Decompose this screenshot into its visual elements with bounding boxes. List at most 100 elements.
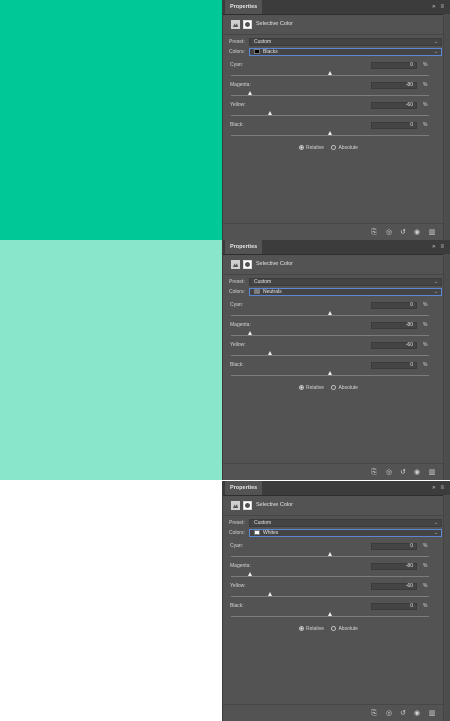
adjustment-header: Selective Color (223, 256, 450, 275)
adjustment-layer-icon[interactable] (231, 501, 240, 510)
cyan-slider-thumb[interactable] (327, 552, 332, 556)
yellow-value-field[interactable]: -60 (371, 583, 417, 590)
tab-properties[interactable]: Properties (225, 0, 263, 14)
view-previous-state-icon[interactable]: ◎ (385, 469, 393, 476)
tab-properties[interactable]: Properties (225, 240, 263, 254)
panel-menu-icon[interactable]: ≡ (440, 0, 444, 14)
magenta-value-field[interactable]: -80 (371, 82, 417, 89)
adjustment-title: Selective Color (256, 261, 293, 267)
magenta-percent: % (423, 82, 428, 88)
clip-to-layer-icon[interactable]: ⎘ (370, 229, 378, 236)
colors-dropdown[interactable]: Whites ⌄ (249, 529, 442, 537)
black-percent: % (423, 122, 428, 128)
black-slider-thumb[interactable] (327, 131, 332, 135)
black-value-field[interactable]: 0 (371, 603, 417, 610)
adjustment-layer-icon[interactable] (231, 260, 240, 269)
yellow-value-field[interactable]: -60 (371, 102, 417, 109)
cyan-value-field[interactable]: 0 (371, 62, 417, 69)
cyan-slider-track[interactable] (231, 556, 429, 557)
black-slider-track[interactable] (231, 375, 429, 376)
trash-icon[interactable]: ▥ (428, 469, 436, 476)
colors-label: Colors: (229, 49, 245, 55)
view-previous-state-icon[interactable]: ◎ (385, 229, 393, 236)
preset-dropdown[interactable]: Custom ⌄ (249, 519, 442, 527)
magenta-slider-thumb[interactable] (248, 91, 253, 95)
black-slider-thumb[interactable] (327, 612, 332, 616)
yellow-value-field[interactable]: -60 (371, 342, 417, 349)
expand-panel-icon[interactable]: » (432, 481, 435, 495)
clip-to-layer-icon[interactable]: ⎘ (370, 710, 378, 717)
yellow-slider-track[interactable] (231, 115, 429, 116)
radio-dot-icon (331, 144, 337, 150)
absolute-radio[interactable]: Absolute (331, 144, 358, 152)
colors-row: Colors: Neutrals ⌄ (229, 288, 444, 296)
cyan-value-field[interactable]: 0 (371, 302, 417, 309)
layer-mask-icon[interactable] (243, 501, 252, 510)
yellow-slider-thumb[interactable] (268, 111, 273, 115)
absolute-radio[interactable]: Absolute (331, 625, 358, 633)
relative-label: Relative (306, 385, 325, 391)
yellow-slider-track[interactable] (231, 596, 429, 597)
reset-icon[interactable]: ↺ (399, 229, 407, 236)
visibility-eye-icon[interactable]: ◉ (413, 469, 421, 476)
magenta-slider-track[interactable] (231, 576, 429, 577)
cyan-slider-thumb[interactable] (327, 71, 332, 75)
preset-dropdown[interactable]: Custom ⌄ (249, 278, 442, 286)
cyan-value-field[interactable]: 0 (371, 543, 417, 550)
reset-icon[interactable]: ↺ (399, 469, 407, 476)
colors-dropdown[interactable]: Blacks ⌄ (249, 48, 442, 56)
visibility-eye-icon[interactable]: ◉ (413, 229, 421, 236)
absolute-label: Absolute (338, 626, 358, 632)
relative-label: Relative (306, 145, 325, 151)
magenta-slider-thumb[interactable] (248, 572, 253, 576)
reset-icon[interactable]: ↺ (399, 710, 407, 717)
panel-scrollbar[interactable] (443, 254, 450, 480)
absolute-radio[interactable]: Absolute (331, 384, 358, 392)
cyan-slider-thumb[interactable] (327, 311, 332, 315)
black-value-field[interactable]: 0 (371, 122, 417, 129)
adjustment-header: Selective Color (223, 497, 450, 516)
magenta-value-field[interactable]: -80 (371, 322, 417, 329)
layer-mask-icon[interactable] (243, 20, 252, 29)
layer-mask-icon[interactable] (243, 260, 252, 269)
magenta-slider-track[interactable] (231, 95, 429, 96)
view-previous-state-icon[interactable]: ◎ (385, 710, 393, 717)
expand-panel-icon[interactable]: » (432, 240, 435, 254)
yellow-slider-thumb[interactable] (268, 351, 273, 355)
cyan-slider-track[interactable] (231, 315, 429, 316)
black-slider-track[interactable] (231, 616, 429, 617)
yellow-slider-track[interactable] (231, 355, 429, 356)
radio-dot-icon (299, 625, 304, 631)
colors-value: Blacks (263, 49, 278, 55)
panel-scrollbar[interactable] (443, 14, 450, 240)
relative-radio[interactable]: Relative (299, 144, 325, 152)
magenta-slider-thumb[interactable] (248, 331, 253, 335)
relative-radio[interactable]: Relative (299, 625, 324, 633)
adjustment-layer-icon[interactable] (231, 20, 240, 29)
panel-menu-icon[interactable]: ≡ (440, 481, 444, 495)
panel-menu-icon[interactable]: ≡ (440, 240, 444, 254)
panel-footer: ⎘ ◎ ↺ ◉ ▥ (223, 223, 450, 240)
colors-dropdown[interactable]: Neutrals ⌄ (249, 288, 442, 296)
trash-icon[interactable]: ▥ (428, 710, 436, 717)
cyan-slider-track[interactable] (231, 75, 429, 76)
yellow-slider-thumb[interactable] (268, 592, 273, 596)
magenta-value-field[interactable]: -80 (371, 563, 417, 570)
preset-dropdown[interactable]: Custom ⌄ (249, 38, 442, 46)
panel-scrollbar[interactable] (443, 495, 450, 721)
black-value-field[interactable]: 0 (371, 362, 417, 369)
visibility-eye-icon[interactable]: ◉ (413, 710, 421, 717)
yellow-percent: % (423, 342, 428, 348)
color-chip-icon (254, 529, 260, 535)
tab-properties[interactable]: Properties (225, 481, 263, 495)
black-slider-thumb[interactable] (327, 371, 332, 375)
black-slider-track[interactable] (231, 135, 429, 136)
magenta-slider-track[interactable] (231, 335, 429, 336)
colors-label: Colors: (229, 530, 245, 536)
colors-value: Neutrals (263, 289, 282, 295)
expand-panel-icon[interactable]: » (432, 0, 435, 14)
clip-to-layer-icon[interactable]: ⎘ (370, 469, 378, 476)
relative-radio[interactable]: Relative (299, 384, 325, 392)
trash-icon[interactable]: ▥ (428, 229, 436, 236)
panel-footer: ⎘ ◎ ↺ ◉ ▥ (223, 704, 450, 721)
